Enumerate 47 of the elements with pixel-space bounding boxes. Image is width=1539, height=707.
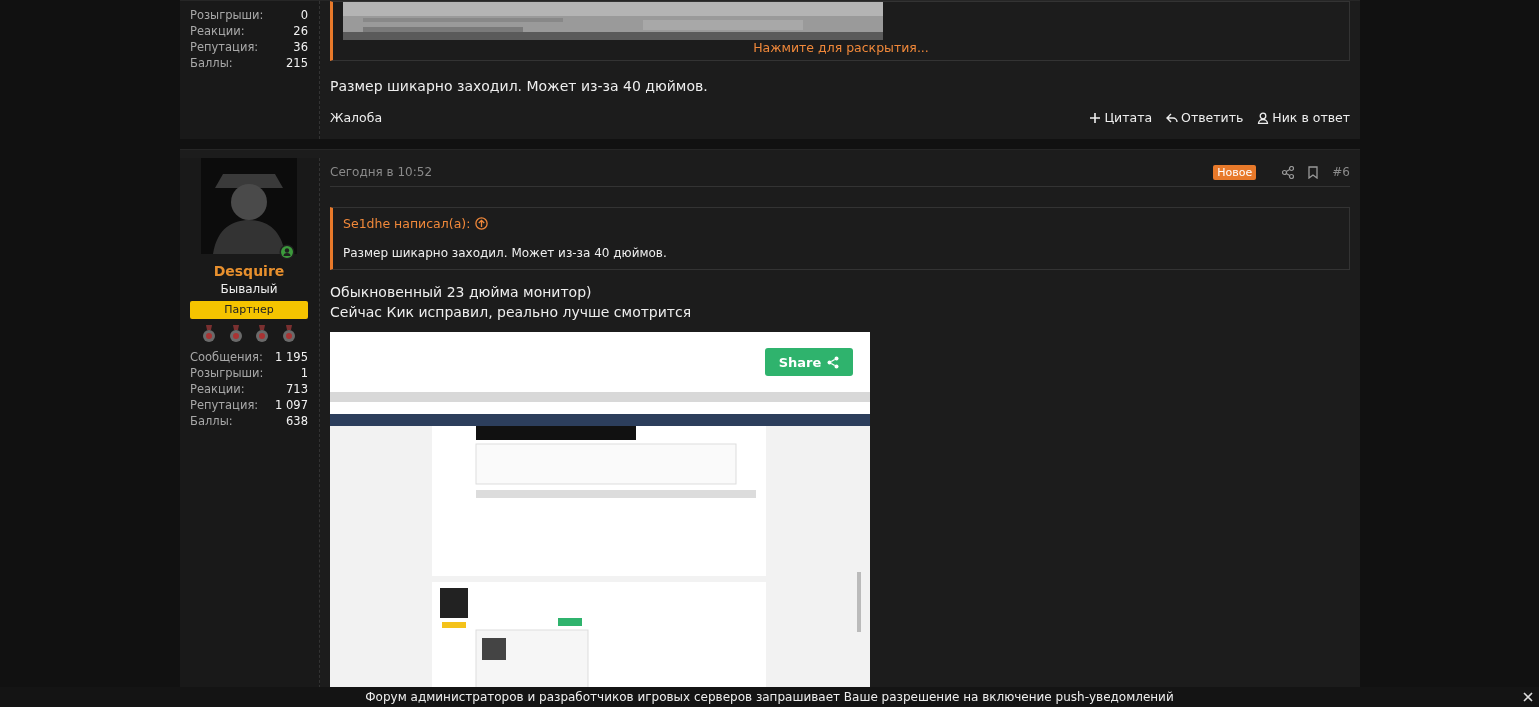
share-icon — [1282, 165, 1295, 179]
stat-label: Розыгрыши: — [190, 365, 264, 381]
stat-label: Реакции: — [190, 381, 245, 397]
share-icon — [827, 355, 840, 369]
bookmark-icon — [1308, 165, 1319, 179]
medal-icon — [227, 325, 244, 343]
close-icon — [1523, 692, 1533, 702]
reply-icon — [1166, 111, 1179, 124]
stat-label: Баллы: — [190, 413, 233, 429]
arrow-up-icon — [475, 217, 489, 230]
new-badge: Новое — [1213, 164, 1257, 180]
stat-value: 1 195 — [275, 349, 308, 365]
stat-value: 713 — [286, 381, 308, 397]
quote-text: Размер шикарно заходил. Может из-за 40 дюймов. — [343, 245, 668, 261]
post-text: Размер шикарно заходил. Может из-за 40 дюймов. — [330, 77, 709, 96]
user-title: Бывалый — [219, 281, 279, 298]
stat-label: Репутация: — [190, 397, 259, 413]
stat-value: 36 — [293, 39, 308, 55]
action-link[interactable]: Ник в ответ — [1257, 110, 1350, 125]
stat-label: Розыгрыши: — [190, 7, 264, 23]
action-link[interactable]: Цитата — [1089, 110, 1153, 125]
stat-label: Репутация: — [190, 39, 259, 55]
username[interactable]: Desquire — [190, 262, 308, 280]
expand-link[interactable]: Нажмите для раскрытия... — [753, 40, 929, 56]
stat-label: Сообщения: — [190, 349, 263, 365]
stat-value: 638 — [286, 413, 308, 429]
medal-icon — [201, 325, 218, 343]
stat-value: 0 — [300, 7, 308, 23]
stat-value: 1 — [300, 365, 308, 381]
post-date[interactable]: Сегодня в 10:52 — [330, 165, 433, 179]
post-number[interactable]: #6 — [1332, 165, 1350, 179]
post-text: Сейчас Кик исправил, реально лучше смотрится — [330, 303, 693, 322]
stat-label: Баллы: — [190, 55, 233, 71]
stat-value: 215 — [286, 55, 308, 71]
report-link[interactable]: Жалоба — [330, 110, 383, 125]
user-banner: Партнер — [190, 301, 308, 319]
stat-value: 26 — [293, 23, 308, 39]
user-icon — [1257, 111, 1270, 124]
action-link[interactable]: Ответить — [1166, 110, 1244, 125]
post-text: Обыкновенный 23 дюйма монитор) — [330, 283, 593, 302]
notice-text: Форум администраторов и разработчиков игровых серверов запрашивает Ваше разрешение на включение push-уведомлений — [365, 690, 1174, 704]
quote-author[interactable]: Se1dhe написал(а): — [343, 216, 471, 231]
medal-icon — [280, 325, 297, 343]
stat-label: Реакции: — [190, 23, 245, 39]
stat-value: 1 097 — [275, 397, 308, 413]
medal-icon — [254, 325, 271, 343]
plus-icon — [1089, 111, 1102, 124]
